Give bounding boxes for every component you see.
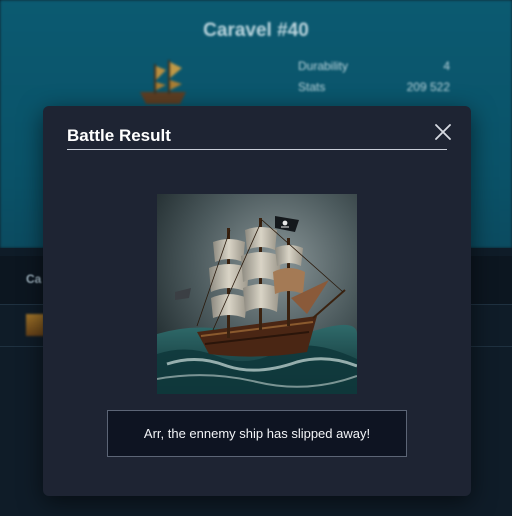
- stat-row: Durability 4: [298, 56, 450, 77]
- modal-title: Battle Result: [67, 126, 171, 145]
- stat-value: 209 522: [406, 80, 450, 94]
- battle-result-modal: Battle Result Arr, the ennemy ship has s…: [43, 106, 471, 496]
- background-ship-thumbnail: [140, 60, 186, 104]
- stat-row: Stats 209 522: [298, 77, 450, 98]
- close-icon: [435, 124, 451, 140]
- result-message-box: Arr, the ennemy ship has slipped away!: [107, 410, 407, 457]
- result-message: Arr, the ennemy ship has slipped away!: [143, 426, 371, 441]
- background-stats: Durability 4 Stats 209 522: [298, 56, 450, 98]
- pirate-ship-image: [157, 194, 357, 394]
- background-ship-title: Caravel #40: [203, 20, 309, 41]
- stat-label: Stats: [298, 80, 326, 94]
- stat-value: 4: [443, 59, 450, 73]
- title-divider: [67, 149, 447, 150]
- table-header-label: Ca: [26, 272, 42, 286]
- row-icon: [26, 314, 44, 336]
- ship-image: [157, 194, 357, 394]
- stat-label: Durability: [298, 59, 349, 73]
- close-button[interactable]: [431, 120, 455, 144]
